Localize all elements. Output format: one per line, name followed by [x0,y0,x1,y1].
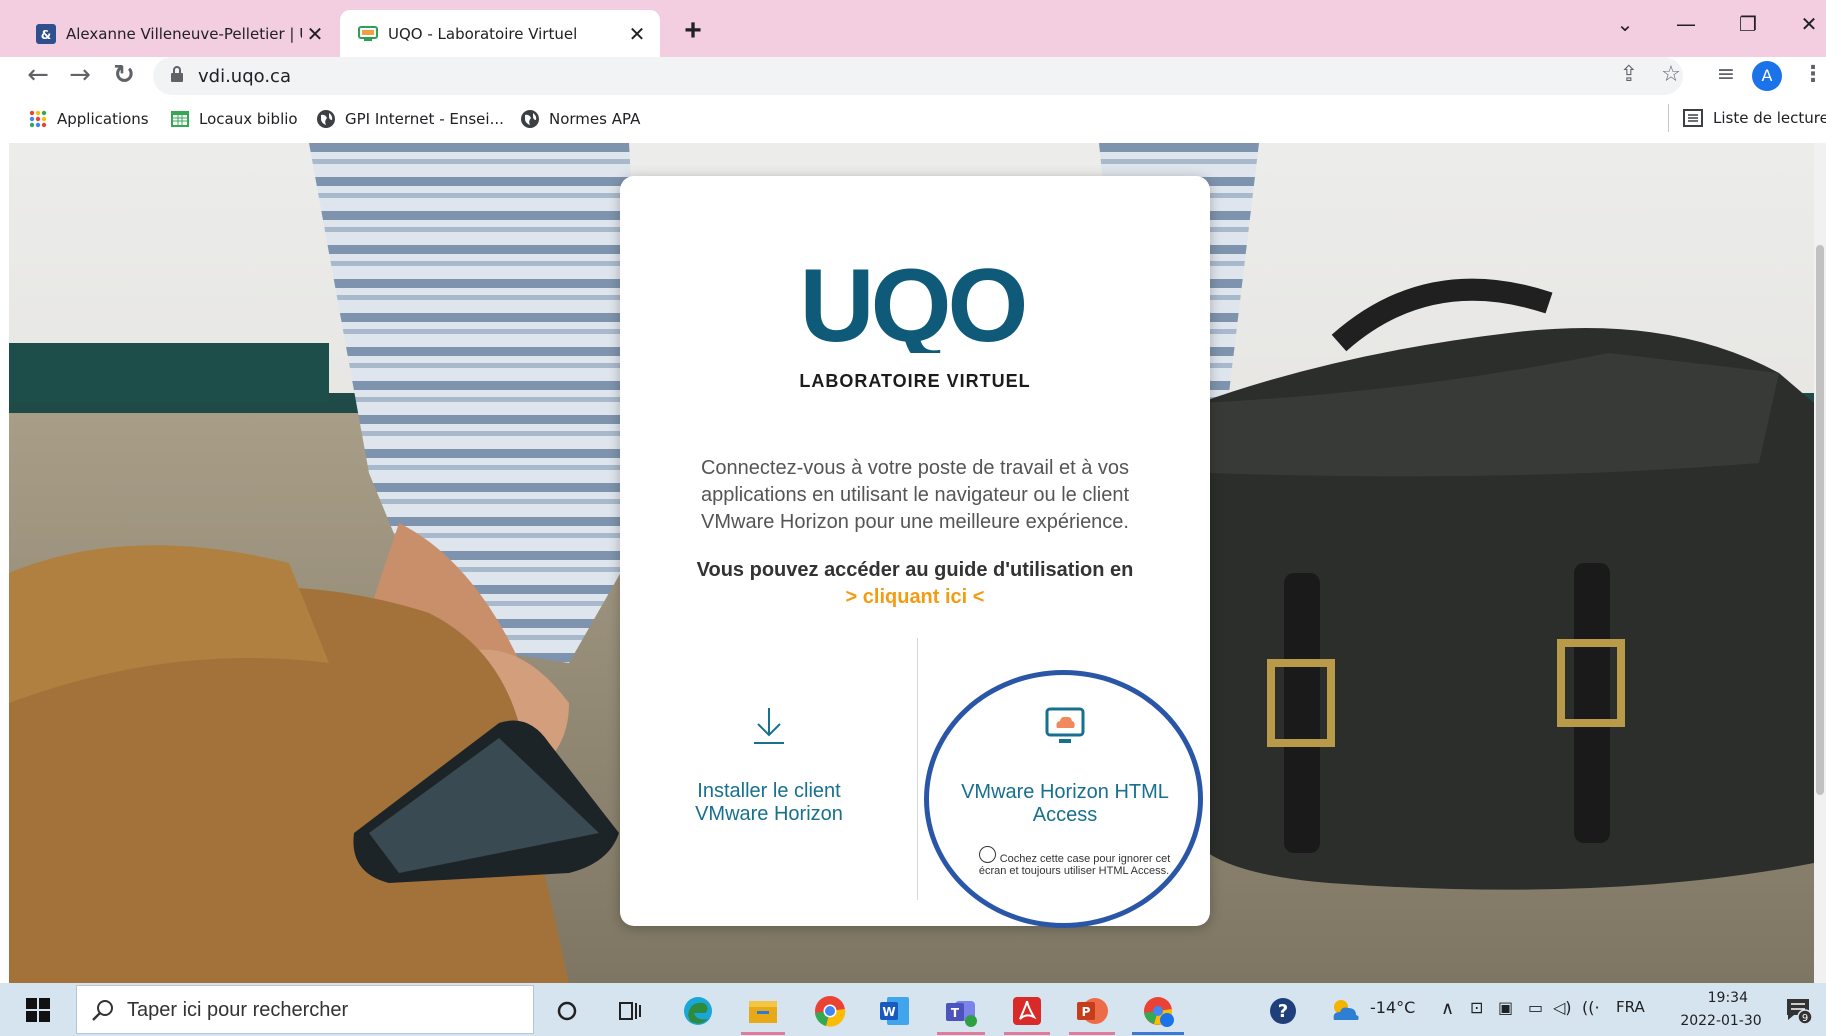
reading-list-label: Liste de lecture [1713,109,1826,127]
weather-temperature[interactable]: -14°C [1370,998,1415,1017]
guide-link[interactable]: > cliquant ici < [846,586,985,608]
tab-title: Alexanne Villeneuve-Pelletier | UQ [66,24,302,43]
intro-text: Connectez-vous à votre poste de travail … [700,457,1130,533]
bookmark-label: Applications [57,110,149,128]
page-scrollbar-thumb[interactable] [1816,245,1824,795]
clock-date[interactable]: 2022-01-30 [1676,1013,1766,1029]
forward-icon[interactable]: → [62,60,98,90]
screen-icon[interactable]: ▣ [1498,998,1513,1017]
bookmark-applications[interactable]: Applications [28,108,149,130]
menu-kebab-icon[interactable]: ⋮ [1798,62,1826,87]
svg-text:&: & [41,28,51,42]
reload-icon[interactable]: ↻ [106,60,142,90]
globe-icon [521,110,539,128]
help-icon[interactable]: ? [1268,996,1298,1026]
acrobat-icon[interactable] [1009,993,1045,1029]
svg-text:W: W [882,1005,895,1019]
share-icon[interactable]: ⇪ [1614,62,1644,87]
bookmark-normes-apa[interactable]: Normes APA [520,108,640,130]
bookmark-star-icon[interactable]: ☆ [1656,62,1686,87]
guide-paragraph: Vous pouvez accéder au guide d'utilisati… [680,557,1150,611]
bookmark-label: Locaux biblio [199,110,298,128]
meet-now-icon[interactable]: ⊡ [1470,998,1483,1017]
options-divider [917,638,918,900]
new-tab-button[interactable]: + [675,14,711,48]
start-icon[interactable] [26,998,50,1022]
tray-overflow-icon[interactable]: ∧ [1441,998,1454,1019]
media-control-icon[interactable]: ≡ [1711,62,1741,87]
profile-avatar[interactable]: A [1752,61,1782,91]
tab-uqo[interactable]: UQO - Laboratoire Virtuel ✕ [340,10,660,57]
tab-close-icon[interactable]: ✕ [302,22,328,46]
tab-search-icon[interactable]: ⌄ [1610,12,1640,36]
globe-icon [317,110,335,128]
powerpoint-icon[interactable]: P [1074,993,1110,1029]
url-text[interactable]: vdi.uqo.ca [198,66,291,87]
bookmark-gpi-internet[interactable]: GPI Internet - Ensei... [316,108,504,130]
tab-alexanne[interactable]: & Alexanne Villeneuve-Pelletier | UQ ✕ [22,10,338,57]
svg-text:P: P [1082,1005,1091,1019]
minimize-icon[interactable]: — [1671,12,1701,36]
apps-grid-icon [29,110,47,128]
word-icon[interactable]: W [877,993,913,1029]
file-explorer-icon[interactable] [745,993,781,1029]
teams-active-indicator [937,1032,985,1035]
language-indicator[interactable]: FRA [1616,998,1645,1016]
guide-text: Vous pouvez accéder au guide d'utilisati… [696,559,1134,581]
battery-icon[interactable]: ▭ [1528,998,1543,1017]
search-placeholder: Taper ici pour rechercher [127,999,349,1021]
task-view-icon[interactable] [612,993,648,1029]
restore-icon[interactable]: ❐ [1733,12,1763,36]
svg-text:T: T [951,1006,960,1020]
lab-subtitle: LABORATOIRE VIRTUEL [799,371,1031,391]
chrome-icon[interactable] [812,993,848,1029]
back-icon[interactable]: ← [20,60,56,90]
bookmark-label: Normes APA [549,110,641,128]
svg-text:UQO: UQO [800,253,1025,353]
chrome-profile-icon[interactable] [1140,993,1176,1029]
lock-icon [171,66,183,82]
uqo-logo: UQO [800,253,1029,353]
powerpoint-active-indicator [1069,1032,1115,1035]
highlight-annotation-circle [924,670,1203,928]
install-client-link[interactable]: Installer le client VMware Horizon [660,780,878,826]
edge-icon[interactable] [680,993,716,1029]
teams-icon[interactable]: T [943,993,979,1029]
explorer-active-indicator [741,1032,785,1035]
close-window-icon[interactable]: ✕ [1794,12,1824,36]
teams-favicon-icon: & [36,23,56,44]
notification-center-icon[interactable]: 9 [1784,996,1812,1024]
download-icon[interactable] [752,706,786,746]
address-bar[interactable] [153,57,1683,95]
clock-time[interactable]: 19:34 [1688,990,1748,1006]
tab-title: UQO - Laboratoire Virtuel [388,24,578,43]
bookmark-locaux-biblio[interactable]: Locaux biblio [170,108,298,130]
wifi-icon[interactable]: ((· [1582,998,1600,1017]
uqo-favicon-icon [358,25,378,41]
bookmark-label: GPI Internet - Ensei... [345,110,504,128]
search-icon [92,1000,113,1021]
calendar-sheet-icon [171,111,189,127]
cortana-icon[interactable] [549,993,585,1029]
volume-icon[interactable]: ◁) [1553,998,1572,1017]
acrobat-active-indicator [1004,1032,1050,1035]
weather-icon [1333,1000,1359,1020]
reading-list-icon [1683,109,1703,127]
svg-text:?: ? [1278,1001,1288,1022]
reading-list-button[interactable]: Liste de lecture [1668,104,1826,132]
tab-close-icon[interactable]: ✕ [624,22,650,46]
svg-text:9: 9 [1802,1013,1808,1024]
chrome-active-indicator [1132,1032,1184,1035]
